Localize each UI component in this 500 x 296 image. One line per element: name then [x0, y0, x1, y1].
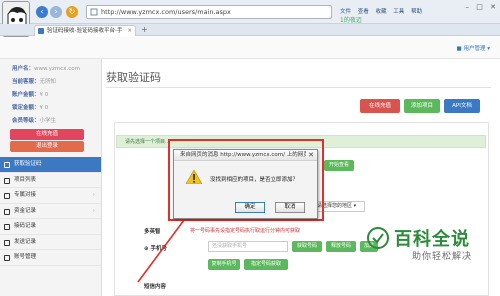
- info-label: 锁定金额：: [12, 105, 40, 111]
- sidebar-item-get-code[interactable]: 获取验证码: [0, 157, 101, 173]
- start-button[interactable]: 开始查看: [324, 160, 354, 171]
- sidebar-item-label: 项目列表: [14, 176, 37, 183]
- watermark: 百科全说 助你轻松解决: [366, 225, 476, 269]
- sidebar-item-projects[interactable]: 项目列表: [0, 173, 101, 188]
- info-value: ¥ 0: [39, 105, 49, 111]
- logout-button[interactable]: 退出登录: [10, 141, 84, 152]
- cancel-button[interactable]: 取消: [275, 202, 305, 213]
- money-icon: [4, 208, 10, 215]
- ok-button[interactable]: 确定: [235, 202, 265, 213]
- sidebar: 用户名：www.yzmcx.com 当前客服：无所知 账户金额：¥ 0 锁定金额…: [0, 59, 102, 296]
- menu-bar: 文件 查看 收藏 工具 帮助: [340, 7, 427, 15]
- app-header: ■ 用户管理 ▾: [0, 37, 500, 59]
- search-engine-label[interactable]: 1的夜迈: [340, 17, 362, 24]
- sidebar-item-records[interactable]: 接码记录: [0, 219, 101, 235]
- new-tab-icon[interactable]: +: [141, 25, 148, 34]
- window-controls: – □ ✕: [461, 3, 496, 11]
- phone-input[interactable]: 还没获取手机号: [208, 241, 288, 252]
- watermark-logo-icon: [367, 227, 389, 249]
- api-docs-button[interactable]: API文档: [444, 99, 480, 113]
- info-level: 会员等级：小学生: [12, 115, 101, 128]
- info-locked: 锁定金额：¥ 0: [12, 102, 101, 115]
- dialog-title-text: 来自网页的消息 http://www.yzmcx.com/ 上的网页显示：: [180, 152, 306, 158]
- add-project-button[interactable]: 添加项目: [404, 99, 440, 113]
- tab-strip: 验证码接收-验证码接收平台-手 ✕ +: [0, 24, 500, 36]
- send-icon: [4, 239, 10, 246]
- chevron-right-icon: ›: [92, 192, 95, 198]
- sidebar-item-dock[interactable]: 专属对接 ›: [0, 188, 101, 204]
- list-icon: [4, 177, 10, 184]
- close-icon[interactable]: ✕: [308, 150, 314, 161]
- close-icon[interactable]: ✕: [490, 3, 496, 11]
- phone-label-text: 手机号: [150, 246, 168, 252]
- link-icon: [4, 193, 10, 199]
- back-button[interactable]: ‹: [36, 6, 48, 18]
- info-value: ¥ 0: [39, 92, 49, 98]
- info-value: 小学生: [39, 118, 57, 124]
- notice-text: 将一号码事先设指定号码执行取运行分钟内可获取: [190, 228, 301, 234]
- address-text: http://www.yzmcx.com/users/main.aspx: [101, 8, 231, 16]
- watermark-title: 百科全说: [394, 229, 470, 250]
- forward-button[interactable]: ›: [50, 6, 62, 18]
- user-menu[interactable]: ■ 用户管理 ▾: [457, 44, 490, 52]
- info-label: 会员等级：: [12, 118, 40, 124]
- toolbar-icons: 1的夜迈: [340, 15, 362, 24]
- info-label: 当前客服：: [12, 79, 40, 85]
- alert-dialog: 来自网页的消息 http://www.yzmcx.com/ 上的网页显示： ✕ …: [173, 149, 318, 219]
- account-info: 用户名：www.yzmcx.com 当前客服：无所知 账户金额：¥ 0 锁定金额…: [0, 59, 101, 128]
- page-icon: [90, 8, 98, 16]
- sidebar-item-label: 接码记录: [14, 223, 37, 229]
- info-username: 用户名：www.yzmcx.com: [12, 63, 101, 76]
- sidebar-item-label: 发送记录: [14, 238, 37, 245]
- info-service: 当前客服：无所知: [12, 76, 101, 89]
- tab-main[interactable]: 验证码接收-验证码接收平台-手 ✕: [34, 25, 136, 36]
- phone-label: ⊕ 手机号: [144, 246, 168, 252]
- chevron-down-icon: ▾: [485, 46, 490, 52]
- sidebar-item-label: 获取验证码: [14, 161, 42, 167]
- menu-tools[interactable]: 工具: [393, 9, 404, 15]
- menu-help[interactable]: 帮助: [411, 9, 422, 15]
- info-value: 无所知: [39, 79, 57, 85]
- sidebar-menu: 获取验证码 项目列表 专属对接 › 资金记录 › 接码记录 发送记录 账号管理: [0, 157, 101, 266]
- tab-close-icon[interactable]: ✕: [127, 26, 132, 36]
- account-icon: [4, 255, 10, 261]
- maximize-icon[interactable]: □: [476, 3, 483, 11]
- record-icon: [4, 224, 10, 230]
- copy-phone-button[interactable]: 复制手机号: [208, 259, 240, 270]
- menu-favorites[interactable]: 收藏: [376, 9, 387, 15]
- sidebar-item-funds[interactable]: 资金记录 ›: [0, 204, 101, 219]
- recharge-button[interactable]: 在线充值: [360, 99, 400, 113]
- release-phone-button[interactable]: 释放号码: [326, 241, 356, 252]
- sms-label: 短信内容: [144, 284, 167, 290]
- online-recharge-button[interactable]: 在线充值: [10, 129, 84, 140]
- sidebar-item-account[interactable]: 账号管理: [0, 250, 101, 266]
- favicon-icon: [38, 28, 44, 34]
- dialog-title: 来自网页的消息 http://www.yzmcx.com/ 上的网页显示： ✕: [174, 150, 317, 161]
- phone-placeholder: 还没获取手机号: [212, 243, 248, 249]
- fixed-number-button[interactable]: 指定号码获取: [244, 259, 288, 270]
- multi-label: 多英智: [144, 229, 161, 235]
- info-label: 账户金额：: [12, 92, 40, 98]
- sidebar-item-label: 资金记录: [14, 207, 37, 214]
- refresh-button[interactable]: ↻: [66, 6, 78, 18]
- browser-toolbar: ‹ › ↻ http://www.yzmcx.com/users/main.as…: [0, 0, 500, 37]
- chevron-right-icon: ›: [92, 207, 95, 214]
- divider: [106, 87, 491, 88]
- sidebar-item-send[interactable]: 发送记录: [0, 235, 101, 250]
- code-icon: [4, 162, 10, 168]
- page-title: 获取验证码: [106, 71, 161, 84]
- watermark-subtitle: 助你轻松解决: [412, 252, 473, 262]
- info-label: 用户名：: [12, 66, 35, 72]
- info-value: www.yzmcx.com: [34, 66, 81, 72]
- get-phone-button[interactable]: 获取号码: [292, 241, 322, 252]
- warning-icon: [186, 170, 202, 184]
- address-bar[interactable]: http://www.yzmcx.com/users/main.aspx: [86, 5, 332, 19]
- tab-title: 验证码接收-验证码接收平台-手: [47, 28, 123, 34]
- dialog-message: 没找到相应的项目，是否立即添加？: [210, 177, 299, 183]
- minimize-icon[interactable]: –: [466, 3, 470, 11]
- sidebar-item-label: 专属对接: [14, 192, 37, 198]
- user-menu-label: 用户管理: [463, 46, 486, 52]
- info-balance: 账户金额：¥ 0: [12, 89, 101, 102]
- sidebar-item-label: 账号管理: [14, 254, 37, 260]
